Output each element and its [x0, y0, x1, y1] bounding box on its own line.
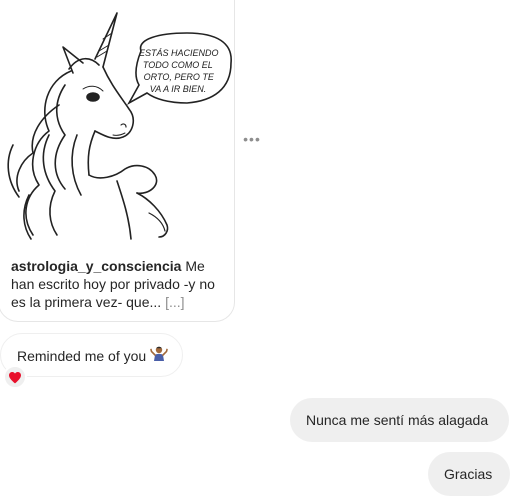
speech-line-1: ESTÁS HACIENDO [139, 48, 219, 58]
shared-post-card[interactable]: ESTÁS HACIENDO TODO COMO EL ORTO, PERO T… [0, 0, 235, 322]
more-horizontal-icon[interactable]: ••• [243, 132, 261, 146]
post-caption: astrologia_y_consciencia Me han escrito … [11, 257, 226, 311]
speech-line-3: ORTO, PERO TE [144, 72, 215, 82]
speech-line-2: TODO COMO EL [143, 60, 213, 70]
message-text: Reminded me of you [17, 348, 147, 364]
unicorn-illustration: ESTÁS HACIENDO TODO COMO EL ORTO, PERO T… [7, 12, 232, 240]
message-text: Nunca me sentí más alagada [306, 412, 489, 428]
message-received[interactable]: Reminded me of you [0, 333, 183, 377]
person-shrugging-icon [150, 335, 168, 379]
speech-line-4: VA A IR BIEN. [150, 84, 207, 94]
reaction-badge[interactable] [3, 365, 27, 389]
message-text: Gracias [444, 466, 493, 482]
more-link[interactable]: [...] [165, 294, 184, 310]
message-sent[interactable]: Nunca me sentí más alagada [290, 398, 509, 442]
post-username[interactable]: astrologia_y_consciencia [11, 258, 181, 274]
heart-icon [9, 371, 21, 383]
message-sent[interactable]: Gracias [428, 452, 510, 496]
